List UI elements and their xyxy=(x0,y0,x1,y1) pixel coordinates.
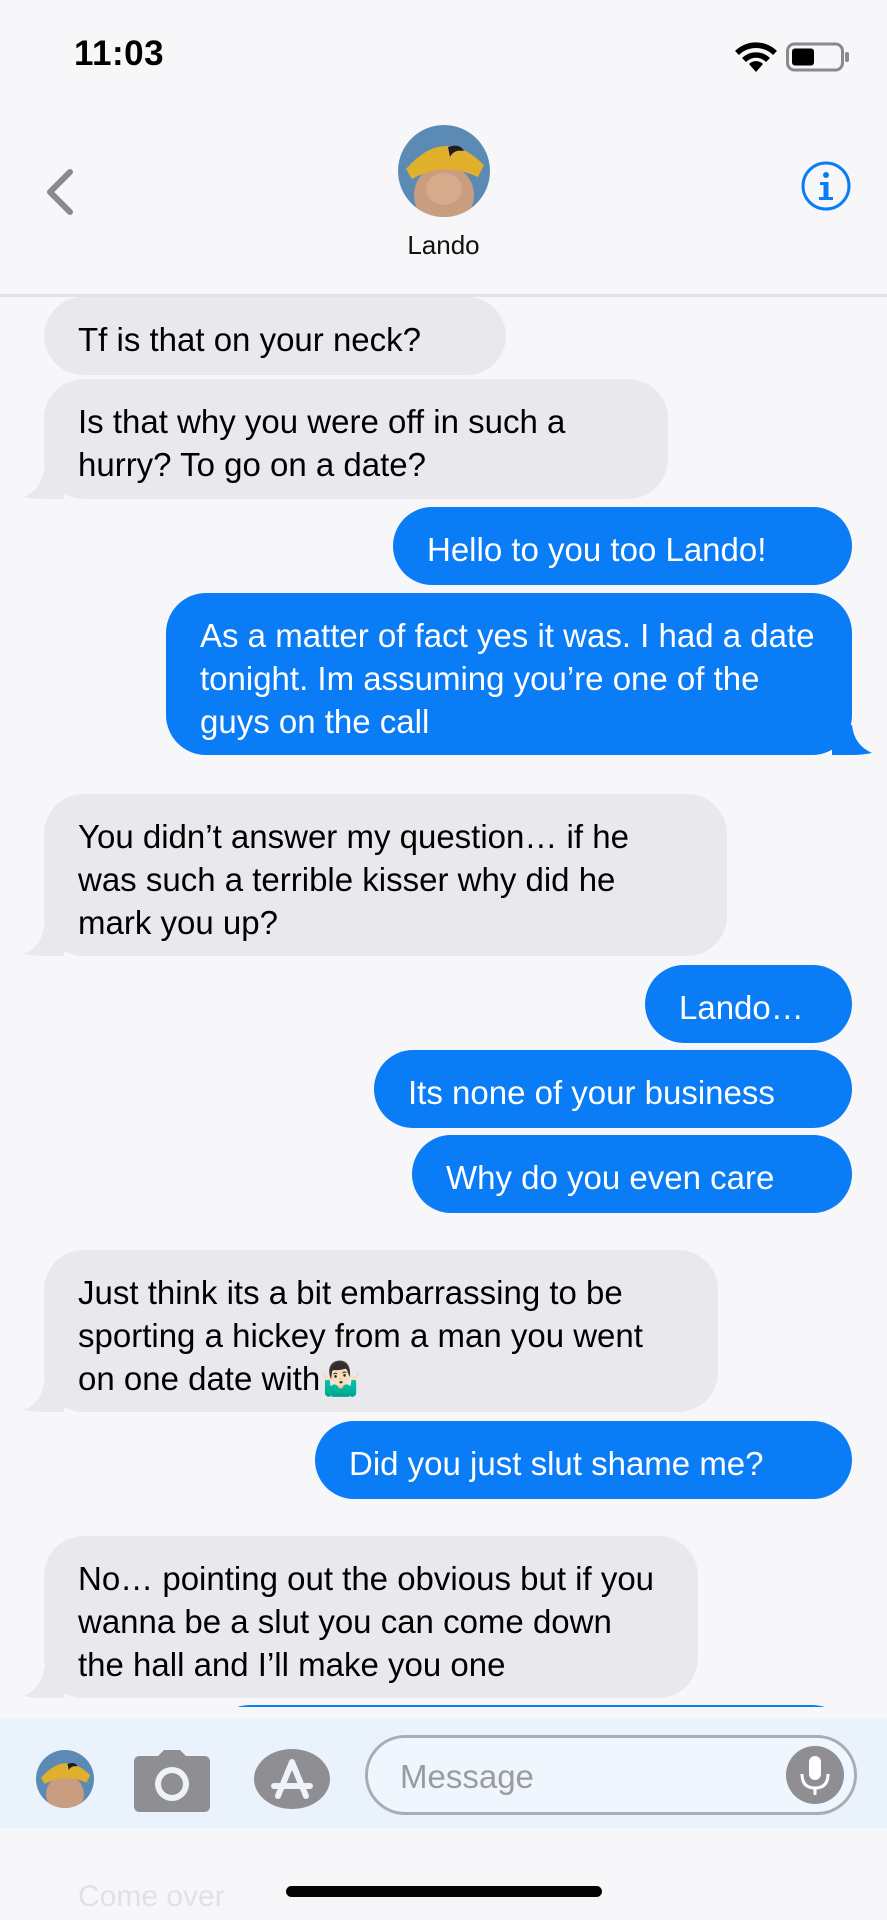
message-text: Lando… xyxy=(679,989,804,1026)
incoming-message[interactable]: No… pointing out the obvious but if you … xyxy=(44,1536,698,1698)
incoming-message[interactable]: You didn’t answer my question… if he was… xyxy=(44,794,727,956)
bubble-tail xyxy=(24,926,64,956)
message-text: Why do you even care xyxy=(446,1159,775,1196)
contact-avatar[interactable] xyxy=(398,125,490,217)
message-input-bar: Message xyxy=(0,1718,887,1828)
memoji-avatar[interactable] xyxy=(36,1750,94,1808)
bubble-tail xyxy=(24,1382,64,1412)
microphone-icon[interactable] xyxy=(786,1746,844,1804)
message-text: No… pointing out the obvious but if you … xyxy=(78,1560,655,1683)
message-input[interactable]: Message xyxy=(365,1735,857,1815)
outgoing-message[interactable]: Its none of your business xyxy=(374,1050,852,1128)
outgoing-message-partial[interactable] xyxy=(210,1705,852,1707)
bubble-tail xyxy=(24,1668,64,1698)
outgoing-message[interactable]: Why do you even care xyxy=(412,1135,852,1213)
conversation-header: Lando xyxy=(0,110,887,297)
incoming-message[interactable]: Just think its a bit embarrassing to be … xyxy=(44,1250,718,1412)
home-indicator xyxy=(286,1886,602,1897)
contact-name[interactable]: Lando xyxy=(0,230,887,261)
message-thread: Tf is that on your neck? Is that why you… xyxy=(0,297,887,1707)
outgoing-message[interactable]: As a matter of fact yes it was. I had a … xyxy=(166,593,852,755)
incoming-message[interactable]: Tf is that on your neck? xyxy=(44,297,506,375)
outgoing-message[interactable]: Hello to you too Lando! xyxy=(393,507,852,585)
message-text: Tf is that on your neck? xyxy=(78,321,422,358)
wifi-icon xyxy=(735,42,777,72)
message-placeholder: Message xyxy=(400,1758,534,1795)
message-text: Is that why you were off in such a hurry… xyxy=(78,403,566,483)
outgoing-message[interactable]: Did you just slut shame me? xyxy=(315,1421,852,1499)
incoming-message[interactable]: Is that why you were off in such a hurry… xyxy=(44,379,668,499)
status-time: 11:03 xyxy=(74,34,165,73)
hidden-message-text: Come over xyxy=(78,1880,225,1913)
message-text: Its none of your business xyxy=(408,1074,775,1111)
battery-icon xyxy=(786,42,849,72)
camera-icon[interactable] xyxy=(134,1750,210,1812)
bubble-tail xyxy=(832,725,872,755)
message-text: Hello to you too Lando! xyxy=(427,531,767,568)
outgoing-message[interactable]: Lando… xyxy=(645,965,852,1043)
message-text: As a matter of fact yes it was. I had a … xyxy=(200,617,815,740)
info-icon[interactable] xyxy=(800,160,852,212)
message-text: Just think its a bit embarrassing to be … xyxy=(78,1274,643,1397)
message-text: Did you just slut shame me? xyxy=(349,1445,764,1482)
status-bar: 11:03 xyxy=(0,0,887,110)
message-text: You didn’t answer my question… if he was… xyxy=(78,818,629,941)
chevron-left-icon[interactable] xyxy=(38,156,82,228)
bubble-tail xyxy=(24,469,64,499)
app-store-icon[interactable] xyxy=(252,1748,332,1810)
